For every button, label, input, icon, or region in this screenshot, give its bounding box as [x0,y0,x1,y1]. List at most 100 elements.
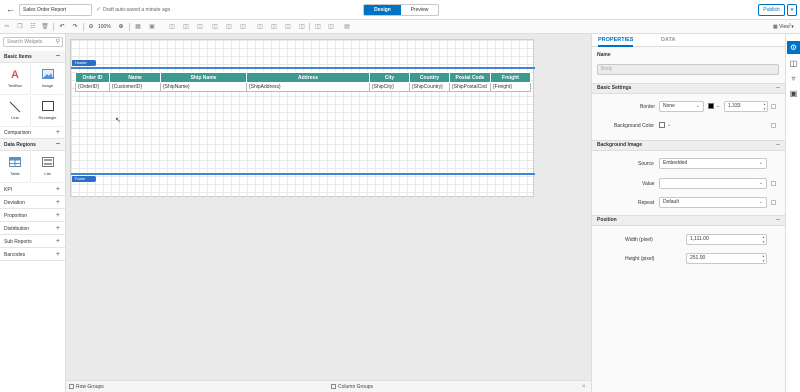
grid-icon[interactable]: ▦ [134,22,142,32]
widget-list[interactable]: List [32,152,63,183]
cell-customer-id[interactable]: {CustomerID} [109,82,161,92]
stepper-icon[interactable]: ▲ ▼ [763,102,766,111]
border-width-input[interactable]: 1.333 ▲ ▼ [724,101,768,112]
copy-icon[interactable]: ❐ [16,22,24,32]
undo-icon[interactable]: ↶ [58,22,66,32]
category-deviation[interactable]: Deviation + [0,197,65,209]
tab-data[interactable]: DATA [661,34,675,47]
column-header-country[interactable]: Country [409,72,450,83]
delete-icon[interactable]: 🗑 [41,22,49,32]
widget-line[interactable]: Line [0,96,31,127]
widget-rectangle[interactable]: Rectangle [32,96,63,127]
category-basic-items[interactable]: Basic Items − [0,51,65,63]
widget-search-input[interactable]: Search Widgets ⚲ [3,37,63,47]
same-size-icon[interactable]: ◫ [284,22,292,32]
zoom-level[interactable]: 100% [98,22,111,32]
data-source-icon[interactable]: ◫ [787,57,800,70]
cell-freight[interactable]: {Freight} [490,82,531,92]
properties-gear-icon[interactable]: ⚙ [787,41,800,54]
column-header-name[interactable]: Name [109,72,161,83]
value-select[interactable]: ⌄ [659,178,767,189]
widget-image[interactable]: Image [32,64,63,95]
cell-order-id[interactable]: {OrderID} [75,82,110,92]
header-footer-icon[interactable]: ▤ [343,22,351,32]
category-data-regions[interactable]: Data Regions − [0,139,65,151]
height-input[interactable]: 251.00 ▲ ▼ [686,253,767,264]
width-input[interactable]: 1,111.00 ▲ ▼ [686,234,767,245]
row-groups-toggle[interactable]: Row Groups [69,383,104,391]
report-table[interactable]: Order ID Name Ship Name Address City Cou… [75,72,531,92]
cell-ship-postal-code[interactable]: {ShipPostalCod [449,82,491,92]
column-header-address[interactable]: Address [246,72,370,83]
section-position[interactable]: Position − [592,215,786,226]
send-back-icon[interactable]: ◫ [327,22,335,32]
filter-icon[interactable]: ▿ [787,72,800,85]
align-center-icon[interactable]: ◫ [182,22,190,32]
background-color-swatch[interactable] [659,122,665,128]
category-proportion[interactable]: Proportion + [0,210,65,222]
back-arrow-icon[interactable]: ← [6,5,15,14]
report-page[interactable]: Header Order ID Name Ship Name Address C… [70,39,535,197]
tab-properties[interactable]: PROPERTIES [598,34,634,47]
distribute-icon[interactable]: ◫ [298,22,306,32]
image-manager-icon[interactable]: ▣ [787,87,800,100]
category-comparison[interactable]: Comparison + [0,127,65,139]
cut-icon[interactable]: ✂ [3,22,11,32]
source-select[interactable]: Embedded ⌄ [659,158,767,169]
collapse-panel-icon[interactable]: › [789,22,791,28]
preview-tab[interactable]: Preview [401,5,438,15]
background-color-caret-icon[interactable]: ⌄ [667,122,671,128]
report-name-input[interactable]: Sales Order Report [19,4,92,16]
header-band-tag[interactable]: Header [72,60,96,66]
design-tab[interactable]: Design [364,5,401,15]
border-checkbox[interactable] [771,104,776,109]
redo-icon[interactable]: ↷ [71,22,79,32]
border-style-select[interactable]: None ⌄ [659,101,704,112]
footer-band-tag[interactable]: Footer [72,176,96,182]
column-header-city[interactable]: City [369,72,410,83]
cell-ship-city[interactable]: {ShipCity} [369,82,410,92]
bring-front-icon[interactable]: ◫ [314,22,322,32]
background-color-checkbox[interactable] [771,123,776,128]
align-right-icon[interactable]: ◫ [196,22,204,32]
widget-table[interactable]: Table [0,152,31,183]
width-value: 1,111.00 [690,236,709,242]
stepper-icon[interactable]: ▲ ▼ [762,235,765,244]
align-bottom-icon[interactable]: ◫ [239,22,247,32]
same-width-icon[interactable]: ◫ [256,22,264,32]
column-header-order-id[interactable]: Order ID [75,72,110,83]
category-kpi[interactable]: KPI + [0,184,65,196]
column-groups-toggle[interactable]: Column Groups [331,383,373,391]
publish-dropdown-button[interactable]: ▾ [787,4,797,16]
close-grouping-icon[interactable]: × [582,383,586,391]
align-left-icon[interactable]: ◫ [168,22,176,32]
same-height-icon[interactable]: ◫ [270,22,278,32]
zoom-out-icon[interactable]: ⊖ [87,22,95,32]
column-header-postal-code[interactable]: Postal Code [449,72,491,83]
value-checkbox[interactable] [771,181,776,186]
publish-button[interactable]: Publish [758,4,785,16]
column-header-ship-name[interactable]: Ship Name [160,72,247,83]
zoom-in-icon[interactable]: ⊕ [117,22,125,32]
column-header-freight[interactable]: Freight [490,72,531,83]
design-canvas[interactable]: Header Order ID Name Ship Name Address C… [66,34,591,380]
snap-icon[interactable]: ▣ [148,22,156,32]
category-sub-reports[interactable]: Sub Reports + [0,236,65,248]
cell-ship-country[interactable]: {ShipCountry} [409,82,450,92]
repeat-checkbox[interactable] [771,200,776,205]
stepper-icon[interactable]: ▲ ▼ [762,254,765,263]
cell-ship-name[interactable]: {ShipName} [160,82,247,92]
image-icon [32,69,63,81]
section-basic-settings[interactable]: Basic Settings − [592,83,786,94]
paste-icon[interactable]: ☷ [29,22,37,32]
category-distribution[interactable]: Distribution + [0,223,65,235]
category-barcodes[interactable]: Barcodes + [0,249,65,261]
border-color-swatch[interactable] [708,103,714,109]
repeat-select[interactable]: Default ⌄ [659,197,767,208]
section-background-image[interactable]: Background Image − [592,140,786,151]
align-top-icon[interactable]: ◫ [211,22,219,32]
widget-textbox[interactable]: A TextBox [0,64,31,95]
cell-ship-address[interactable]: {ShipAddress} [246,82,370,92]
border-color-caret-icon[interactable]: ⌄ [716,103,720,109]
align-middle-icon[interactable]: ◫ [225,22,233,32]
